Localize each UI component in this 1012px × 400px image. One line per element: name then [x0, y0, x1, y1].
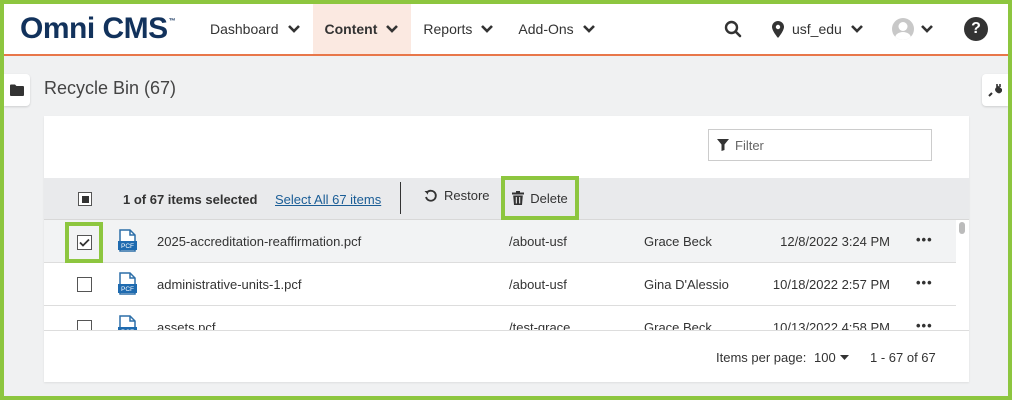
- chevron-down-icon: [386, 25, 399, 33]
- checkbox-checked: [76, 235, 92, 250]
- file-path: /test-grace: [509, 320, 571, 330]
- nav-content-label: Content: [324, 21, 378, 37]
- nav-add-ons[interactable]: Add-Ons: [506, 4, 607, 54]
- chevron-down-icon: [921, 25, 933, 33]
- app-frame: Omni CMS™ Dashboard Content Reports Add-…: [4, 4, 1008, 396]
- file-name[interactable]: 2025-accreditation-reaffirmation.pcf: [157, 234, 361, 249]
- delete-label: Delete: [530, 190, 568, 206]
- checkmark-icon: [78, 238, 90, 247]
- items-per-page-select[interactable]: 100: [814, 350, 849, 365]
- table-scrollbar[interactable]: [958, 220, 966, 330]
- avatar: [892, 18, 914, 40]
- account-selector[interactable]: usf_edu: [772, 4, 864, 54]
- restore-button[interactable]: Restore: [424, 188, 490, 203]
- deleted-by: Grace Beck: [644, 234, 712, 249]
- nav-dashboard-label: Dashboard: [210, 21, 279, 37]
- pagination-footer: Items per page: 100 1 - 67 of 67: [44, 330, 969, 382]
- bulk-action-toolbar: 1 of 67 items selected Select All 67 ite…: [44, 176, 969, 220]
- scrollbar-thumb[interactable]: [959, 222, 965, 234]
- svg-text:PCF: PCF: [121, 243, 134, 250]
- file-name[interactable]: assets.pcf: [157, 320, 216, 330]
- svg-text:PCF: PCF: [121, 286, 134, 293]
- row-checkbox[interactable]: [65, 222, 103, 263]
- items-per-page-label: Items per page:: [716, 350, 807, 365]
- delete-button[interactable]: Delete: [501, 176, 579, 220]
- table-row[interactable]: PCF assets.pcf /test-grace Grace Beck 10…: [44, 306, 956, 330]
- user-menu[interactable]: [892, 4, 934, 54]
- more-actions-button[interactable]: •••: [916, 318, 933, 330]
- recycle-bin-table: PCF 2025-accreditation-reaffirmation.pcf…: [44, 220, 956, 330]
- file-path: /about-usf: [509, 234, 567, 249]
- gadgets-panel-toggle[interactable]: [982, 74, 1008, 106]
- deleted-date: 12/8/2022 3:24 PM: [780, 234, 890, 249]
- location-pin-icon: [772, 20, 784, 38]
- deleted-by: Grace Beck: [644, 320, 712, 330]
- help-icon: ?: [964, 17, 988, 41]
- main-nav: Dashboard Content Reports Add-Ons: [198, 4, 608, 54]
- table-row[interactable]: PCF administrative-units-1.pcf /about-us…: [44, 263, 956, 306]
- filter-input[interactable]: [735, 137, 915, 153]
- pcf-file-icon: PCF: [118, 272, 137, 295]
- pcf-file-icon: PCF: [118, 315, 137, 330]
- account-name: usf_edu: [792, 21, 842, 37]
- file-path: /about-usf: [509, 277, 567, 292]
- chevron-down-icon: [850, 25, 863, 33]
- row-checkbox[interactable]: [77, 320, 92, 330]
- deleted-date: 10/13/2022 4:58 PM: [772, 320, 890, 330]
- search-button[interactable]: [724, 4, 742, 54]
- nav-content[interactable]: Content: [312, 4, 412, 54]
- deleted-by: Gina D'Alessio: [644, 277, 729, 292]
- folder-panel-toggle[interactable]: [4, 74, 30, 106]
- folder-icon: [10, 84, 24, 96]
- page-title: Recycle Bin (67): [44, 78, 177, 98]
- search-icon: [724, 20, 742, 38]
- filter-field[interactable]: [708, 129, 932, 161]
- row-checkbox[interactable]: [77, 277, 92, 292]
- selected-count: 1 of 67 items selected: [123, 192, 258, 207]
- trash-icon: [512, 191, 525, 205]
- table-row[interactable]: PCF 2025-accreditation-reaffirmation.pcf…: [44, 220, 956, 263]
- chevron-down-icon: [287, 25, 300, 33]
- deleted-date: 10/18/2022 2:57 PM: [772, 277, 890, 292]
- select-all-link[interactable]: Select All 67 items: [275, 192, 381, 207]
- nav-reports-label: Reports: [423, 21, 473, 37]
- recycle-bin-panel: 1 of 67 items selected Select All 67 ite…: [44, 116, 969, 382]
- top-navbar: Omni CMS™ Dashboard Content Reports Add-…: [4, 4, 1008, 56]
- filter-icon: [717, 139, 729, 151]
- restore-label: Restore: [444, 188, 490, 203]
- nav-reports[interactable]: Reports: [411, 4, 506, 54]
- items-per-page-value: 100: [814, 350, 836, 365]
- plug-icon: [988, 84, 1002, 97]
- caret-down-icon: [839, 354, 849, 360]
- file-name[interactable]: administrative-units-1.pcf: [157, 277, 302, 292]
- pcf-file-icon: PCF: [118, 229, 137, 252]
- more-actions-button[interactable]: •••: [916, 232, 933, 247]
- omni-cms-logo[interactable]: Omni CMS™: [20, 12, 176, 46]
- nav-dashboard[interactable]: Dashboard: [198, 4, 313, 54]
- pagination-range: 1 - 67 of 67: [870, 350, 936, 365]
- chevron-down-icon: [481, 25, 494, 33]
- chevron-down-icon: [582, 25, 595, 33]
- select-all-checkbox[interactable]: [78, 192, 92, 206]
- help-button[interactable]: ?: [964, 4, 988, 54]
- nav-add-ons-label: Add-Ons: [518, 21, 574, 37]
- restore-icon: [424, 189, 437, 202]
- more-actions-button[interactable]: •••: [916, 275, 933, 290]
- toolbar-divider: [400, 182, 401, 214]
